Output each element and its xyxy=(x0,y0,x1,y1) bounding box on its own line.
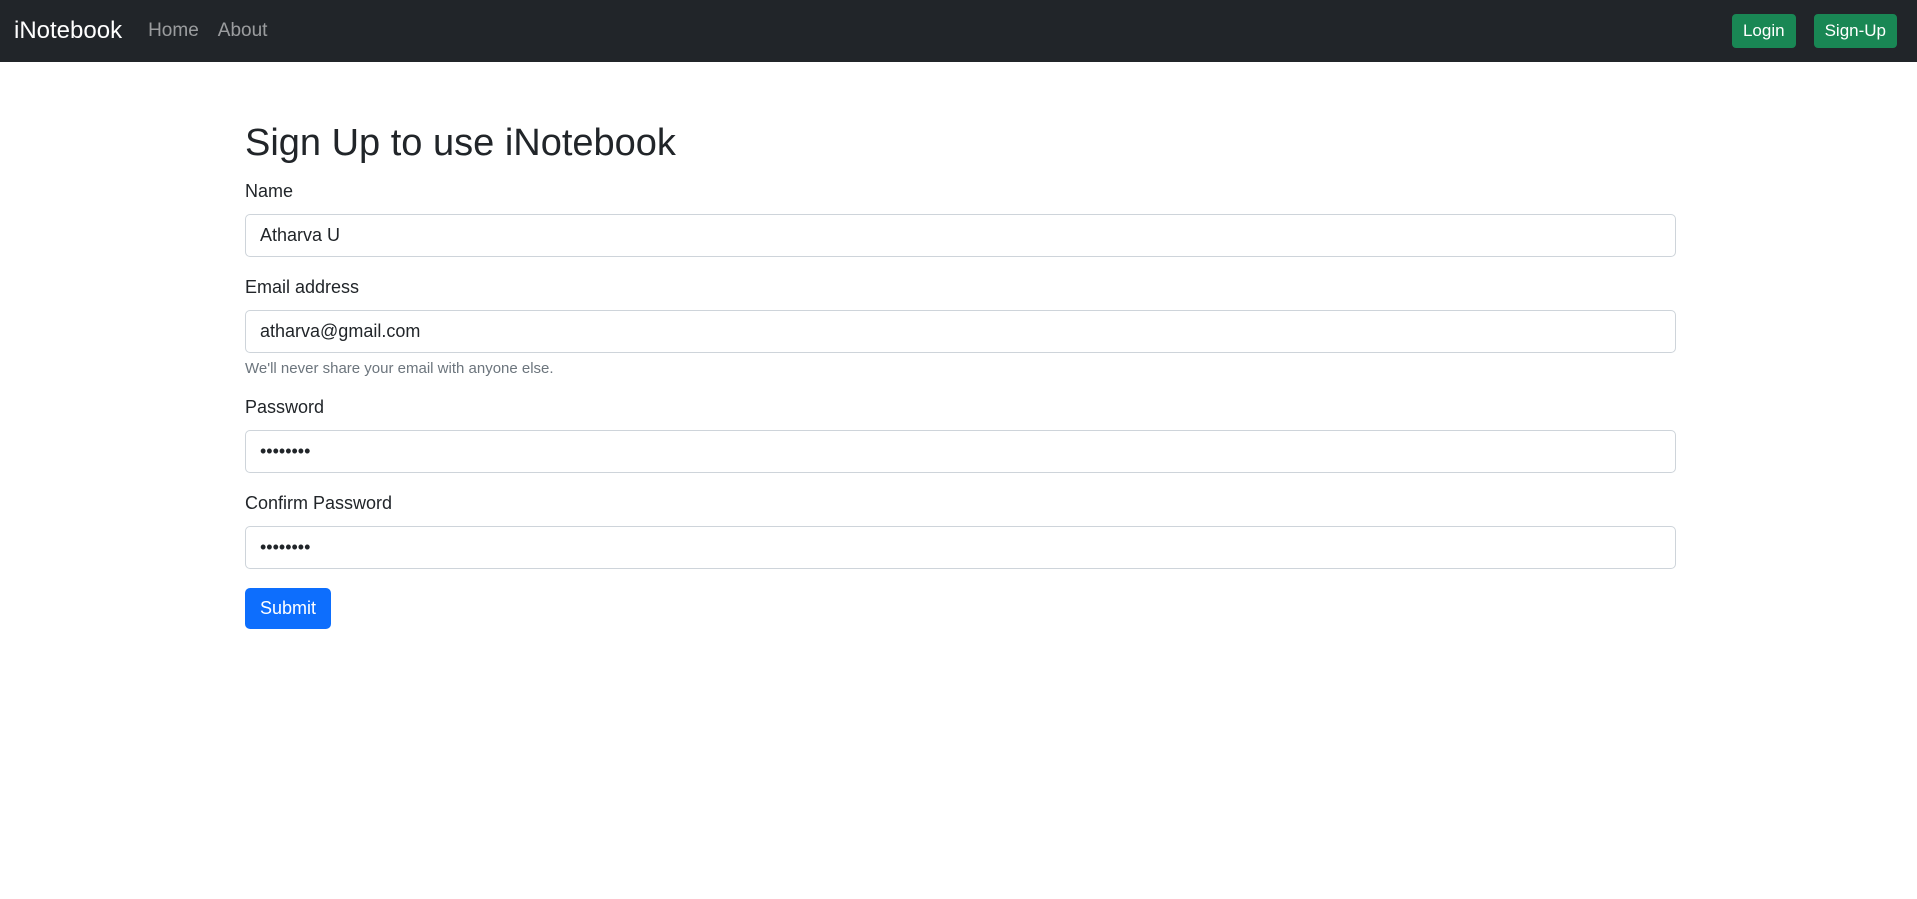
confirm-password-input[interactable] xyxy=(245,526,1676,569)
signup-button[interactable]: Sign-Up xyxy=(1813,14,1897,48)
password-label: Password xyxy=(245,397,325,417)
password-input[interactable] xyxy=(245,430,1676,473)
name-label: Name xyxy=(245,181,294,201)
email-help-text: We'll never share your email with anyone… xyxy=(245,360,554,377)
signup-form: Name Email address We'll never share you… xyxy=(245,179,1676,629)
login-button[interactable]: Login xyxy=(1731,14,1796,48)
confirm-password-label: Confirm Password xyxy=(245,493,393,513)
email-label: Email address xyxy=(245,277,360,297)
name-input[interactable] xyxy=(245,214,1676,257)
page-title: Sign Up to use iNotebook xyxy=(245,122,676,164)
signup-container: Sign Up to use iNotebook Name Email addr… xyxy=(245,62,1676,629)
nav-actions: Login Sign-Up xyxy=(1731,14,1897,48)
navbar: iNotebook Home About Login Sign-Up xyxy=(0,0,1917,62)
brand-link[interactable]: iNotebook xyxy=(14,17,122,45)
nav-link-about[interactable]: About xyxy=(218,20,268,42)
email-input[interactable] xyxy=(245,310,1676,353)
submit-button[interactable]: Submit xyxy=(245,588,332,629)
nav-link-home[interactable]: Home xyxy=(148,20,199,42)
